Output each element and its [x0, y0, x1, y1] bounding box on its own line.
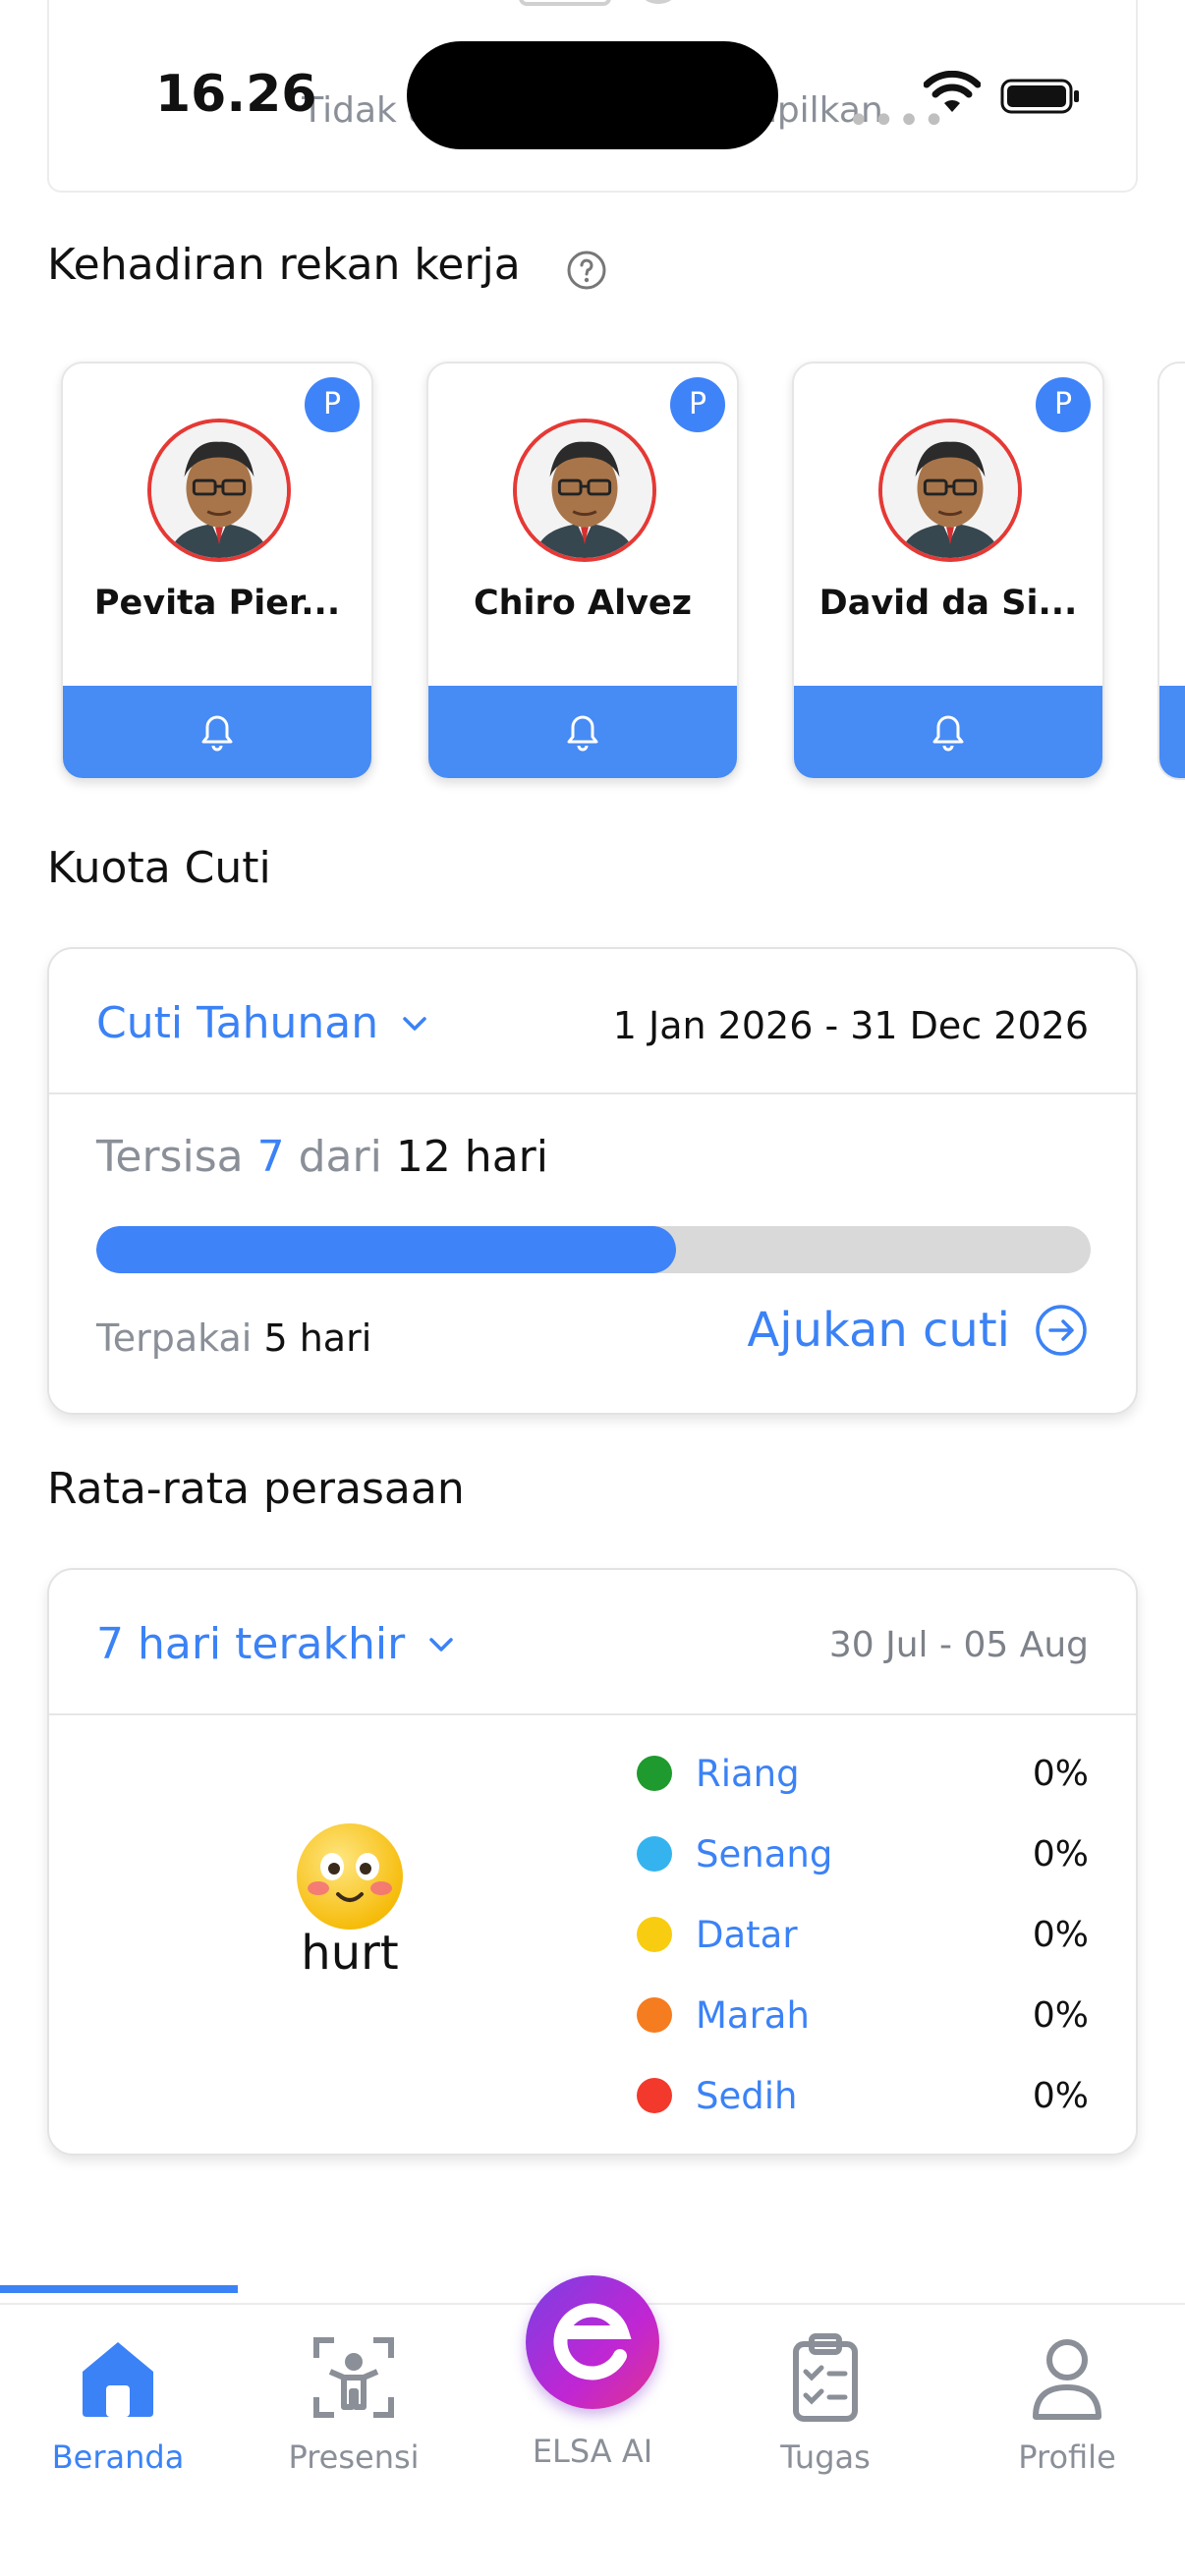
- leave-quota-title: Kuota Cuti: [47, 843, 271, 893]
- coworker-name: Pevita Pier...: [93, 584, 341, 623]
- avatar: [513, 419, 656, 562]
- leave-progress-fill: [96, 1226, 676, 1273]
- mood-color-dot: [637, 1997, 672, 2033]
- mood-percent: 0%: [1032, 1914, 1089, 1955]
- leave-used: Terpakai 5 hari: [96, 1316, 371, 1360]
- notify-button: [1159, 686, 1185, 778]
- mood-percent: 0%: [1032, 1753, 1089, 1794]
- notify-button[interactable]: [428, 686, 737, 778]
- coworkers-title: Kehadiran rekan kerja: [47, 240, 521, 290]
- attendance-icon: [313, 2337, 394, 2418]
- mood-row-marah: Marah 0%: [637, 1975, 1089, 2055]
- coworker-card[interactable]: P David da Si...: [792, 362, 1104, 780]
- elsa-ai-label: ELSA AI: [532, 2433, 653, 2470]
- mood-label: Sedih: [696, 2074, 798, 2117]
- nav-attendance-label: Presensi: [288, 2438, 420, 2476]
- dynamic-island: [407, 41, 778, 149]
- help-icon[interactable]: [566, 250, 607, 291]
- nav-home-label: Beranda: [51, 2438, 185, 2476]
- remaining-prefix: Tersisa: [96, 1132, 244, 1182]
- nav-profile-label: Profile: [1018, 2438, 1116, 2476]
- leave-progress-bar: [96, 1226, 1091, 1273]
- remaining-value: 7: [256, 1132, 285, 1182]
- leave-quota-header: Cuti Tahunan 1 Jan 2026 - 31 Dec 2026: [49, 949, 1136, 1094]
- arrow-right-circle-icon: [1036, 1305, 1087, 1356]
- coworker-card[interactable]: P Chiro Alvez: [426, 362, 739, 780]
- leave-quota-card: Cuti Tahunan 1 Jan 2026 - 31 Dec 2026 Te…: [47, 947, 1138, 1415]
- mood-label: Riang: [696, 1752, 800, 1795]
- mood-title: Rata-rata perasaan: [47, 1464, 465, 1514]
- mood-label: Marah: [696, 1993, 810, 2037]
- leave-type-dropdown[interactable]: Cuti Tahunan: [96, 998, 431, 1048]
- mood-percent: 0%: [1032, 1833, 1089, 1875]
- mood-row-senang: Senang 0%: [637, 1814, 1089, 1894]
- mood-color-dot: [637, 1917, 672, 1952]
- mood-color-dot: [637, 1836, 672, 1872]
- bell-icon: [932, 715, 964, 752]
- presence-badge: P: [305, 377, 360, 432]
- leave-remaining: Tersisa 7 dari 12 hari: [96, 1132, 548, 1182]
- coworker-card[interactable]: P Pevita Pier...: [61, 362, 373, 780]
- coworker-name: David da Si...: [818, 584, 1078, 623]
- elsa-logo-icon: [553, 2303, 632, 2380]
- clipboard-check-icon: [793, 2333, 858, 2422]
- mood-label: Senang: [696, 1832, 833, 1876]
- mood-range-dropdown[interactable]: 7 hari terakhir: [96, 1619, 458, 1669]
- coworker-card-peek[interactable]: [1157, 362, 1185, 780]
- elsa-ai-button[interactable]: [526, 2275, 659, 2409]
- bell-icon: [567, 715, 598, 752]
- current-mood-label: hurt: [301, 1926, 399, 1981]
- mood-color-dot: [637, 2078, 672, 2113]
- chevron-down-icon: [403, 1016, 426, 1031]
- mood-row-riang: Riang 0%: [637, 1733, 1089, 1814]
- used-value: 5 hari: [263, 1316, 372, 1360]
- battery-icon: [1000, 79, 1079, 114]
- mood-row-sedih: Sedih 0%: [637, 2055, 1089, 2136]
- home-icon: [83, 2342, 153, 2417]
- mood-breakdown-list: Riang 0% Senang 0% Datar 0% Marah 0% Sed…: [637, 1733, 1089, 2136]
- empty-illustration-icon: [519, 0, 672, 6]
- chevron-down-icon: [429, 1637, 453, 1652]
- notify-button[interactable]: [63, 686, 371, 778]
- used-label: Terpakai: [96, 1316, 253, 1360]
- apply-leave-button[interactable]: Ajukan cuti: [747, 1303, 1089, 1358]
- status-time: 16.26: [155, 65, 317, 124]
- wifi-icon: [924, 71, 981, 112]
- leave-type-label: Cuti Tahunan: [96, 998, 379, 1048]
- mood-date-range: 30 Jul - 05 Aug: [828, 1625, 1089, 1665]
- of-word: dari: [298, 1132, 382, 1182]
- blushing-face-icon: [297, 1823, 403, 1930]
- presence-badge: P: [1036, 377, 1091, 432]
- presence-badge: P: [670, 377, 725, 432]
- user-icon: [1033, 2339, 1101, 2420]
- apply-leave-label: Ajukan cuti: [747, 1303, 1010, 1358]
- active-tab-indicator: [0, 2285, 238, 2293]
- mood-color-dot: [637, 1756, 672, 1791]
- mood-percent: 0%: [1032, 2075, 1089, 2116]
- avatar: [878, 419, 1022, 562]
- nav-tasks-label: Tugas: [780, 2438, 871, 2476]
- mood-row-datar: Datar 0%: [637, 1894, 1089, 1975]
- mood-card: 7 hari terakhir 30 Jul - 05 Aug hurt Ria…: [47, 1568, 1138, 2156]
- mood-label: Datar: [696, 1913, 798, 1956]
- bell-icon: [201, 715, 233, 752]
- mood-percent: 0%: [1032, 1994, 1089, 2036]
- notify-button[interactable]: [794, 686, 1102, 778]
- total-value: 12 hari: [395, 1132, 548, 1182]
- avatar: [147, 419, 291, 562]
- mood-range-label: 7 hari terakhir: [96, 1619, 406, 1669]
- coworker-name: Chiro Alvez: [473, 584, 693, 623]
- leave-period: 1 Jan 2026 - 31 Dec 2026: [612, 1004, 1089, 1047]
- mood-header: 7 hari terakhir 30 Jul - 05 Aug: [49, 1570, 1136, 1715]
